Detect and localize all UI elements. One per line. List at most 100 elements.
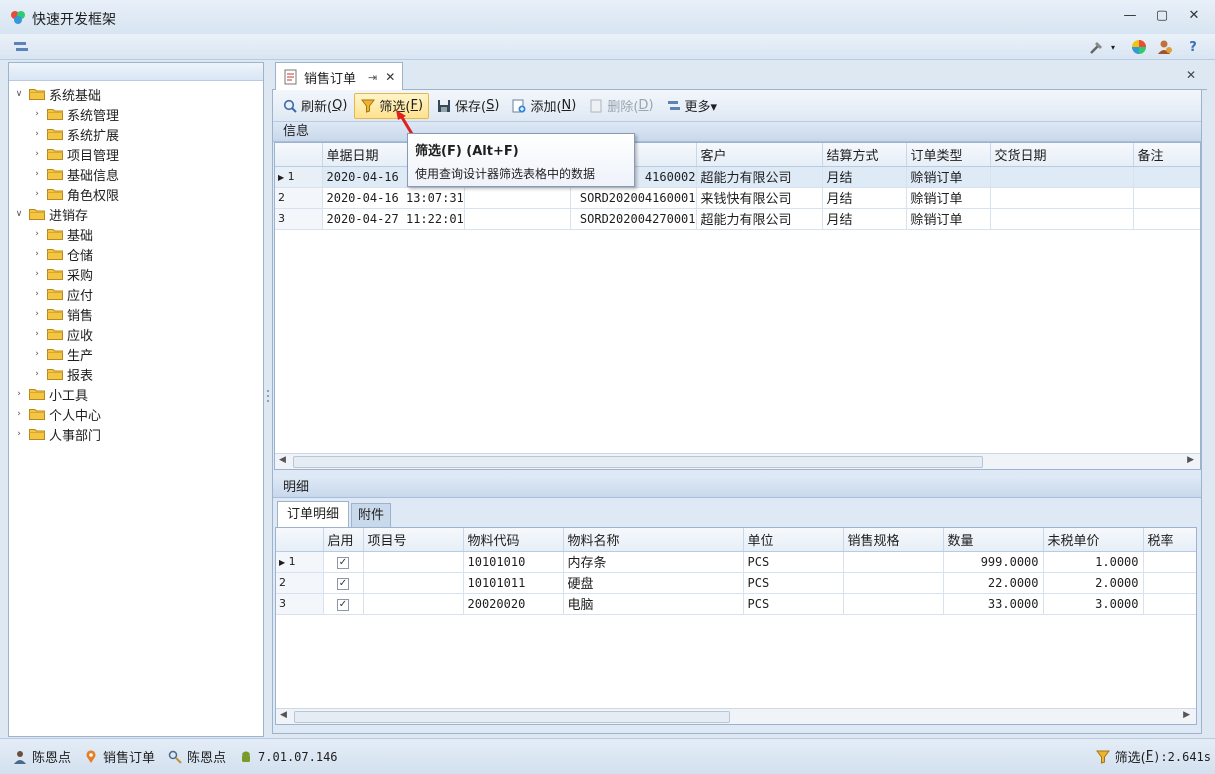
save-button[interactable]: 保存(S)	[431, 93, 504, 119]
chevron-right-icon[interactable]: ›	[31, 369, 43, 379]
close-all-tabs-icon[interactable]: ✕	[1186, 68, 1196, 82]
delete-button[interactable]: 删除(D)	[583, 93, 658, 119]
enabled-checkbox[interactable]: ✓	[337, 578, 349, 590]
chevron-down-icon[interactable]: ∨	[13, 89, 25, 99]
cell-quantity[interactable]: 999.0000	[943, 551, 1044, 573]
tree-node[interactable]: › 应付	[13, 284, 261, 304]
cell-order-type[interactable]: 赊销订单	[906, 187, 991, 209]
enabled-checkbox[interactable]: ✓	[337, 557, 349, 569]
tree-node[interactable]: › 应收	[13, 324, 261, 344]
chevron-right-icon[interactable]: ›	[31, 349, 43, 359]
cell-tax-rate[interactable]: 1	[1143, 593, 1196, 615]
row-number[interactable]: 2	[275, 187, 323, 209]
col-sales-spec[interactable]: 销售规格	[843, 528, 944, 552]
cell-material-code[interactable]: 10101010	[463, 551, 564, 573]
cell-delivery-date[interactable]	[990, 187, 1134, 209]
more-button[interactable]: 更多▾	[661, 93, 723, 119]
cell-unit[interactable]: PCS	[743, 572, 844, 594]
table-row[interactable]: ▶ 1 ✓ 10101010内存条PCS 999.00001.00001	[276, 551, 1196, 573]
cell-blank-1[interactable]	[464, 187, 571, 209]
chevron-right-icon[interactable]: ›	[31, 169, 43, 179]
cell-tax-rate[interactable]: 1	[1143, 551, 1196, 573]
cell-delivery-date[interactable]	[990, 166, 1134, 188]
cell-customer[interactable]: 超能力有限公司	[696, 208, 823, 230]
refresh-button[interactable]: 刷新(Q)	[277, 93, 352, 119]
row-number[interactable]: ▶ 1	[275, 166, 323, 188]
chevron-right-icon[interactable]: ›	[31, 289, 43, 299]
tools-dropdown-icon[interactable]: ▾	[1108, 38, 1118, 56]
cell-remark[interactable]	[1133, 187, 1200, 209]
help-icon[interactable]: ?	[1184, 38, 1202, 56]
cell-material-code[interactable]: 10101011	[463, 572, 564, 594]
user-settings-icon[interactable]	[1156, 38, 1174, 56]
cell-doc-date[interactable]: 2020-04-27 11:22:01	[322, 208, 465, 230]
tree-node[interactable]: › 系统管理	[13, 104, 261, 124]
cell-untaxed-price[interactable]: 2.0000	[1043, 572, 1144, 594]
minimize-button[interactable]: —	[1120, 8, 1140, 26]
scroll-thumb[interactable]	[294, 711, 730, 723]
tree-node[interactable]: › 销售	[13, 304, 261, 324]
chevron-down-icon[interactable]: ∨	[13, 209, 25, 219]
status-user[interactable]: 陈恩点	[12, 747, 71, 766]
close-tab-icon[interactable]: ✕	[385, 70, 395, 84]
cell-customer[interactable]: 来钱快有限公司	[696, 187, 823, 209]
cell-settlement[interactable]: 月结	[822, 208, 907, 230]
tree-node[interactable]: › 人事部门	[13, 424, 261, 444]
menu-toggle-icon[interactable]	[12, 38, 30, 56]
cell-project-no[interactable]	[363, 551, 464, 573]
chevron-right-icon[interactable]: ›	[31, 329, 43, 339]
col-delivery-date[interactable]: 交货日期	[990, 143, 1134, 167]
scroll-left-icon[interactable]: ◀	[279, 455, 286, 465]
chevron-right-icon[interactable]: ›	[31, 109, 43, 119]
pin-icon[interactable]: ⇥	[368, 71, 377, 84]
section-splitter[interactable]	[728, 472, 744, 482]
detail-grid-hscrollbar[interactable]: ◀ ▶	[276, 708, 1196, 724]
col-material-name[interactable]: 物料名称	[563, 528, 744, 552]
tree-node[interactable]: › 项目管理	[13, 144, 261, 164]
tree-node[interactable]: › 系统扩展	[13, 124, 261, 144]
enabled-checkbox[interactable]: ✓	[337, 599, 349, 611]
cell-settlement[interactable]: 月结	[822, 187, 907, 209]
chevron-right-icon[interactable]: ›	[31, 309, 43, 319]
tree-node[interactable]: › 基础	[13, 224, 261, 244]
cell-enabled[interactable]: ✓	[323, 551, 364, 573]
cell-untaxed-price[interactable]: 1.0000	[1043, 551, 1144, 573]
row-number[interactable]: ▶ 1	[276, 551, 324, 573]
table-row[interactable]: 3 ✓ 20020020电脑PCS 33.00003.00001	[276, 593, 1196, 615]
col-project-no[interactable]: 项目号	[363, 528, 464, 552]
cell-enabled[interactable]: ✓	[323, 593, 364, 615]
tree-node[interactable]: ∨ 系统基础	[13, 84, 261, 104]
tab-attachment[interactable]: 附件	[351, 503, 391, 528]
cell-settlement[interactable]: 月结	[822, 166, 907, 188]
cell-order-code[interactable]: SORD202004160001	[570, 187, 697, 209]
chevron-right-icon[interactable]: ›	[13, 429, 25, 439]
tree-node[interactable]: › 采购	[13, 264, 261, 284]
col-order-type[interactable]: 订单类型	[906, 143, 991, 167]
cell-blank-1[interactable]	[464, 208, 571, 230]
panel-splitter[interactable]	[265, 62, 271, 737]
cell-material-name[interactable]: 内存条	[563, 551, 744, 573]
theme-color-icon[interactable]	[1130, 38, 1148, 56]
tree-node[interactable]: ∨ 进销存	[13, 204, 261, 224]
tools-icon[interactable]	[1088, 38, 1106, 56]
row-number[interactable]: 3	[275, 208, 323, 230]
add-button[interactable]: 添加(N)	[506, 93, 581, 119]
cell-tax-rate[interactable]: 1	[1143, 572, 1196, 594]
row-number[interactable]: 2	[276, 572, 324, 594]
tree-node[interactable]: › 个人中心	[13, 404, 261, 424]
chevron-right-icon[interactable]: ›	[31, 149, 43, 159]
table-row[interactable]: 2 ✓ 10101011硬盘PCS 22.00002.00001	[276, 572, 1196, 594]
col-remark[interactable]: 备注	[1133, 143, 1200, 167]
cell-enabled[interactable]: ✓	[323, 572, 364, 594]
cell-sales-spec[interactable]	[843, 572, 944, 594]
cell-quantity[interactable]: 22.0000	[943, 572, 1044, 594]
cell-project-no[interactable]	[363, 572, 464, 594]
cell-project-no[interactable]	[363, 593, 464, 615]
table-row[interactable]: 3 2020-04-27 11:22:01 SORD202004270001 超能力有…	[275, 208, 1200, 230]
cell-delivery-date[interactable]	[990, 208, 1134, 230]
chevron-right-icon[interactable]: ›	[13, 389, 25, 399]
table-row[interactable]: 2 2020-04-16 13:07:31 SORD202004160001 来钱快有…	[275, 187, 1200, 209]
cell-sales-spec[interactable]	[843, 593, 944, 615]
cell-doc-date[interactable]: 2020-04-16 13:07:31	[322, 187, 465, 209]
col-material-code[interactable]: 物料代码	[463, 528, 564, 552]
